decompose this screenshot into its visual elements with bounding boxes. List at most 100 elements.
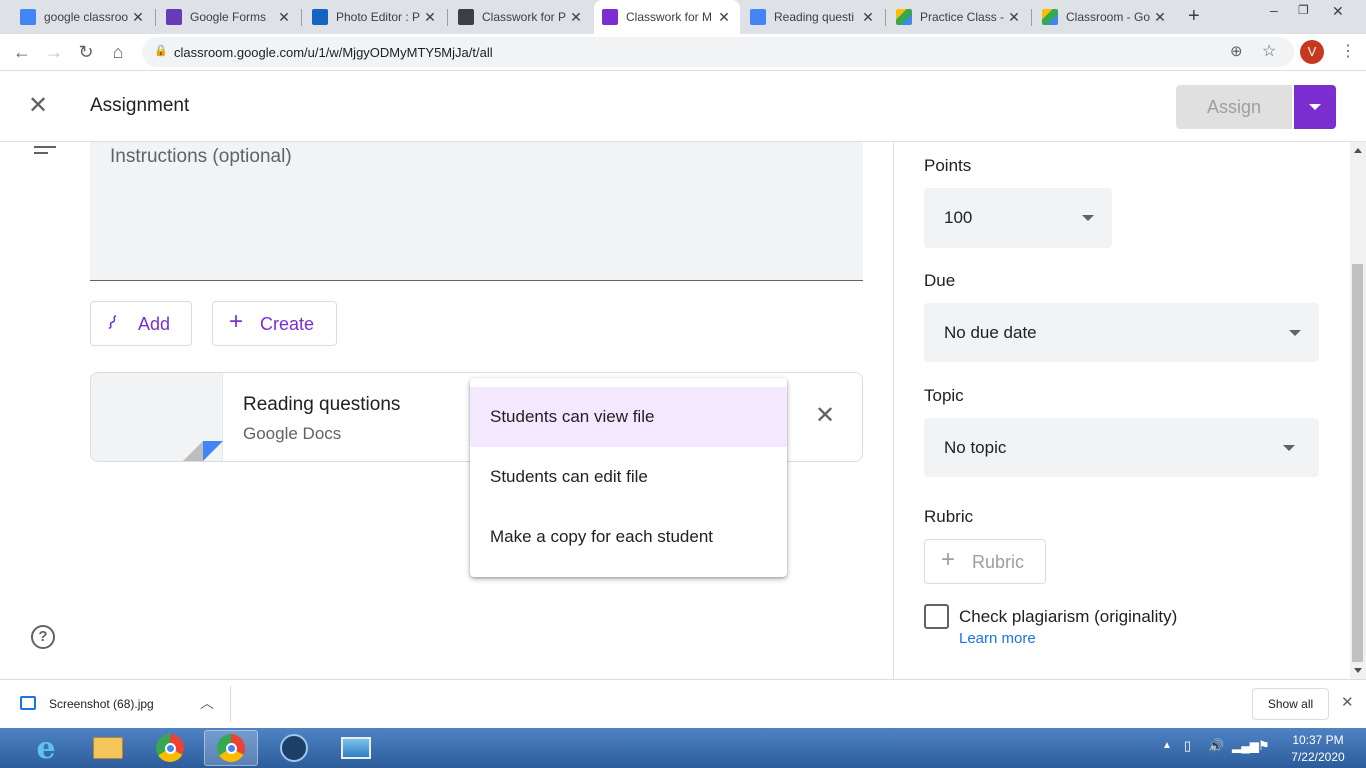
- scroll-up-icon[interactable]: [1354, 148, 1362, 153]
- classroom-icon: [602, 9, 618, 25]
- new-tab-icon[interactable]: +: [1188, 5, 1200, 28]
- browser-tab[interactable]: Classwork for P ✕: [450, 0, 592, 34]
- assign-button[interactable]: Assign: [1176, 85, 1292, 129]
- file-explorer-icon[interactable]: [84, 730, 132, 766]
- download-bar: Screenshot (68).jpg ︿ Show all ✕: [0, 679, 1366, 728]
- chevron-up-icon[interactable]: ︿: [200, 693, 214, 713]
- more-menu-icon[interactable]: ⋮: [1340, 41, 1356, 61]
- lock-icon: 🔒: [154, 45, 168, 57]
- chrome-profile-icon[interactable]: [204, 730, 258, 766]
- clock-date[interactable]: 7/22/2020: [1288, 750, 1348, 764]
- attachment-title: Reading questions: [243, 394, 401, 415]
- close-tab-icon[interactable]: ✕: [568, 9, 584, 26]
- show-all-button[interactable]: Show all: [1252, 688, 1329, 720]
- action-center-icon[interactable]: ⚑: [1258, 738, 1270, 754]
- internet-explorer-icon[interactable]: e: [22, 730, 70, 766]
- help-icon[interactable]: ?: [31, 625, 55, 649]
- close-tab-icon[interactable]: ✕: [1006, 9, 1022, 26]
- restore-icon[interactable]: ❐: [1298, 3, 1309, 17]
- forward-icon[interactable]: →: [42, 40, 66, 64]
- browser-toolbar: ← → ↻ ⌂ 🔒 classroom.google.com/u/1/w/Mjg…: [0, 34, 1366, 71]
- paperclip-icon: ⌇: [102, 312, 121, 335]
- classroom-icon: [458, 9, 474, 25]
- chevron-down-icon: [1082, 215, 1094, 221]
- close-tab-icon[interactable]: ✕: [276, 9, 292, 26]
- instructions-icon: [34, 142, 56, 156]
- photo-editor-icon: [312, 9, 328, 25]
- docs-icon: [20, 9, 36, 25]
- scrollbar-thumb[interactable]: [1352, 264, 1363, 662]
- create-button[interactable]: + Create: [212, 301, 337, 346]
- docs-icon: [750, 9, 766, 25]
- add-button[interactable]: ⌇ Add: [90, 301, 192, 346]
- forms-icon: [166, 9, 182, 25]
- download-filename[interactable]: Screenshot (68).jpg: [49, 697, 154, 711]
- topic-label: Topic: [924, 386, 964, 405]
- plagiarism-checkbox[interactable]: [924, 604, 949, 629]
- chevron-down-icon: [1309, 104, 1321, 110]
- close-icon[interactable]: ✕: [28, 92, 48, 120]
- clock-time[interactable]: 10:37 PM: [1288, 733, 1348, 747]
- scroll-down-icon[interactable]: [1354, 668, 1362, 673]
- share-options-menu: Students can view file Students can edit…: [470, 378, 787, 577]
- reload-icon[interactable]: ↻: [74, 40, 98, 64]
- points-select[interactable]: 100: [924, 188, 1112, 248]
- menu-item-edit[interactable]: Students can edit file: [470, 447, 787, 507]
- windows-taskbar: e ▲ ▯ 🔊 ▂▄▆ ⚑ 10:37 PM 7/22/2020: [0, 728, 1366, 768]
- instructions-placeholder: Instructions (optional): [110, 146, 292, 167]
- photo-viewer-icon[interactable]: [332, 730, 380, 766]
- menu-item-view[interactable]: Students can view file: [470, 387, 787, 447]
- browser-tab[interactable]: google classroo ✕: [12, 0, 154, 34]
- volume-icon[interactable]: 🔊: [1208, 738, 1224, 754]
- page-title: Assignment: [90, 95, 190, 116]
- browser-tab[interactable]: Practice Class - ✕: [888, 0, 1030, 34]
- url-text: classroom.google.com/u/1/w/MjgyODMyMTY5M…: [174, 45, 493, 60]
- docs-icon: [203, 441, 223, 461]
- home-icon[interactable]: ⌂: [106, 40, 130, 64]
- chevron-down-icon: [1289, 329, 1301, 336]
- browser-tab[interactable]: Google Forms ✕: [158, 0, 300, 34]
- attachment-thumbnail: [91, 373, 223, 461]
- plagiarism-label: Check plagiarism (originality): [959, 607, 1178, 626]
- rubric-button[interactable]: + Rubric: [924, 539, 1046, 584]
- close-tab-icon[interactable]: ✕: [422, 9, 438, 26]
- remove-attachment-icon[interactable]: ✕: [815, 402, 835, 430]
- menu-item-copy[interactable]: Make a copy for each student: [470, 507, 787, 567]
- close-tab-icon[interactable]: ✕: [860, 9, 876, 26]
- browser-tab[interactable]: Photo Editor : P ✕: [304, 0, 446, 34]
- bookmark-star-icon[interactable]: ☆: [1262, 41, 1276, 61]
- media-player-icon[interactable]: [270, 730, 318, 766]
- back-icon[interactable]: ←: [10, 40, 34, 64]
- attachment-type: Google Docs: [243, 424, 342, 443]
- due-select[interactable]: No due date: [924, 303, 1319, 362]
- close-tab-icon[interactable]: ✕: [716, 9, 732, 26]
- address-bar[interactable]: 🔒 classroom.google.com/u/1/w/MjgyODMyMTY…: [142, 37, 1294, 67]
- image-file-icon: [20, 696, 36, 710]
- assign-dropdown-button[interactable]: [1294, 85, 1336, 129]
- scrollbar-track[interactable]: [1350, 142, 1366, 679]
- close-tab-icon[interactable]: ✕: [130, 9, 146, 26]
- due-label: Due: [924, 271, 956, 290]
- zoom-icon[interactable]: ⊕: [1230, 42, 1243, 60]
- browser-tab[interactable]: Reading questi ✕: [742, 0, 884, 34]
- browser-tab-active[interactable]: Classwork for M ✕: [594, 0, 740, 34]
- profile-avatar[interactable]: V: [1300, 40, 1324, 64]
- assignment-header: ✕ Assignment Assign: [0, 72, 1366, 142]
- close-icon[interactable]: ✕: [1341, 693, 1354, 711]
- network-tray-icon[interactable]: ▯: [1184, 738, 1191, 754]
- instructions-input[interactable]: Instructions (optional): [90, 142, 863, 281]
- minimize-icon[interactable]: –: [1270, 2, 1278, 18]
- plus-icon: +: [229, 308, 244, 335]
- rubric-label: Rubric: [924, 507, 974, 526]
- chevron-down-icon: [1283, 444, 1295, 451]
- tray-expand-icon[interactable]: ▲: [1162, 740, 1172, 751]
- browser-tab[interactable]: Classroom - Go ✕: [1034, 0, 1176, 34]
- close-tab-icon[interactable]: ✕: [1152, 9, 1168, 26]
- learn-more-link[interactable]: Learn more: [959, 630, 1036, 647]
- close-window-icon[interactable]: ✕: [1332, 3, 1344, 20]
- topic-select[interactable]: No topic: [924, 418, 1319, 477]
- signal-icon[interactable]: ▂▄▆: [1232, 739, 1259, 753]
- chrome-icon[interactable]: [146, 730, 194, 766]
- drive-icon: [1042, 9, 1058, 25]
- plus-icon: +: [941, 546, 956, 573]
